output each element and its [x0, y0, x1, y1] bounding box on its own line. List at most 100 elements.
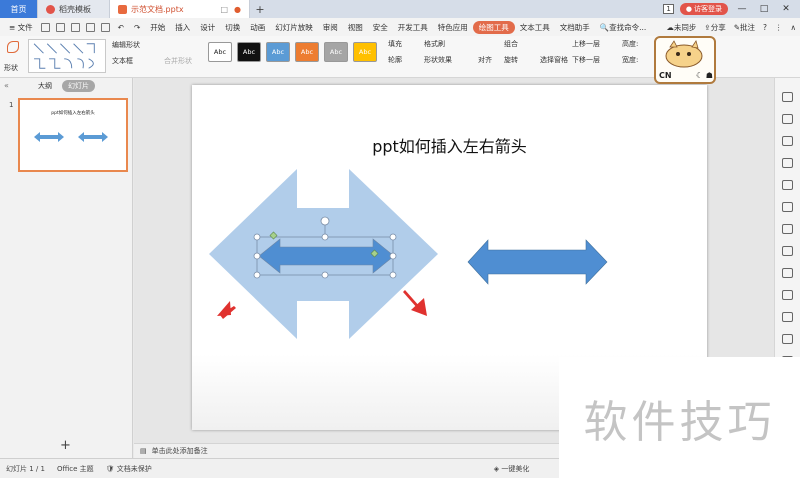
beautify-button[interactable]: ◈ 一键美化: [488, 464, 536, 474]
save-icon[interactable]: [55, 22, 65, 32]
menu-item-review[interactable]: 审阅: [318, 22, 343, 33]
menu-item-devtools[interactable]: 开发工具: [393, 22, 433, 33]
shape-icon: [7, 41, 19, 53]
mascot-cat-icon: CN ☾ ☗: [659, 40, 713, 80]
tab-template-store[interactable]: 稻壳模板: [38, 0, 110, 18]
animation-icon[interactable]: [782, 158, 793, 168]
menu-item-animation[interactable]: 动画: [245, 22, 270, 33]
tab-home[interactable]: 首页: [0, 0, 38, 18]
new-tab-button[interactable]: +: [250, 0, 270, 18]
print-icon[interactable]: [70, 22, 80, 32]
shape-effect-button[interactable]: 形状效果: [424, 55, 452, 65]
pptx-file-icon: [118, 4, 127, 14]
align-button[interactable]: 对齐: [478, 55, 492, 65]
search-command-label: 查找命令...: [609, 22, 647, 32]
mascot-widget[interactable]: CN ☾ ☗: [654, 36, 716, 84]
menu-item-doc-assistant[interactable]: 文档助手: [555, 22, 595, 33]
shape-style-4[interactable]: Abc: [295, 42, 319, 62]
width-field[interactable]: 宽度:: [622, 55, 638, 65]
menu-item-security[interactable]: 安全: [368, 22, 393, 33]
share-button[interactable]: ⇪分享: [704, 22, 725, 33]
menu-item-features[interactable]: 特色应用: [433, 22, 473, 33]
shape-style-2[interactable]: Abc: [237, 42, 261, 62]
shape-style-3[interactable]: Abc: [266, 42, 290, 62]
menu-item-text-tools[interactable]: 文本工具: [515, 22, 555, 33]
minimize-icon[interactable]: —: [734, 4, 750, 14]
mascot-text: CN: [659, 71, 672, 80]
slide-number: 1: [9, 101, 14, 109]
height-field[interactable]: 高度:: [622, 39, 638, 49]
line-shape-gallery[interactable]: [28, 39, 106, 73]
menu-item-design[interactable]: 设计: [195, 22, 220, 33]
theme-name[interactable]: Office 主题: [51, 464, 100, 474]
open-icon[interactable]: [40, 22, 50, 32]
sync-status[interactable]: ☁未同步: [666, 22, 696, 33]
audio-icon[interactable]: [782, 334, 793, 344]
collapse-ribbon-icon[interactable]: ∧: [791, 23, 797, 32]
more-icon[interactable]: ⋮: [775, 23, 783, 32]
add-slide-button[interactable]: +: [60, 438, 71, 453]
undo-icon[interactable]: ↶: [113, 23, 129, 32]
menu-item-slideshow[interactable]: 幻灯片放映: [270, 22, 318, 33]
chart-icon[interactable]: [782, 224, 793, 234]
help-icon[interactable]: ?: [763, 23, 767, 32]
menu-item-view[interactable]: 视图: [343, 22, 368, 33]
redo-icon[interactable]: ↷: [129, 23, 145, 32]
tab-slides[interactable]: 幻灯片: [62, 80, 95, 92]
tab-document-label: 示范文档.pptx: [131, 4, 184, 14]
layout-icon[interactable]: [782, 202, 793, 212]
menu-item-drawing-tools[interactable]: 绘图工具: [472, 20, 515, 34]
edit-shape-button[interactable]: 编辑形状: [112, 40, 140, 50]
menu-item-start[interactable]: 开始: [145, 22, 170, 33]
shape-edit-icon[interactable]: [782, 136, 793, 146]
beautify-label: 一键美化: [501, 464, 530, 473]
preview-icon[interactable]: [85, 22, 95, 32]
notes-placeholder[interactable]: 单击此处添加备注: [152, 446, 208, 456]
comment-button[interactable]: ✎批注: [734, 22, 755, 33]
merge-shape-button[interactable]: 合并形状: [164, 56, 192, 66]
left-right-arrow-shape[interactable]: [467, 239, 608, 285]
properties-icon[interactable]: [782, 180, 793, 190]
group-button[interactable]: 组合: [504, 39, 518, 49]
select-pane-button[interactable]: 选择窗格: [540, 55, 568, 65]
maximize-icon[interactable]: □: [756, 4, 772, 14]
format-brush-label: 格式刷: [424, 40, 445, 48]
backup-icon[interactable]: [782, 268, 793, 278]
tab-document[interactable]: 示范文档.pptx □ ●: [110, 0, 250, 18]
select-tool-icon[interactable]: [782, 92, 793, 102]
slide-panel: « 大纲 幻灯片 1 ppt如何插入左右箭头 +: [0, 78, 133, 458]
shape-style-1[interactable]: Abc: [208, 42, 232, 62]
shape-button[interactable]: 形状: [4, 38, 19, 73]
rotation-handle[interactable]: [320, 216, 330, 226]
guest-login-button[interactable]: ● 访客登录: [679, 3, 728, 15]
rotate-button[interactable]: 旋转: [504, 55, 518, 65]
transition-icon[interactable]: [782, 290, 793, 300]
tab-outline[interactable]: 大纲: [38, 81, 52, 91]
sync-status-label: 未同步: [673, 22, 697, 32]
outline-button[interactable]: 轮廓: [388, 55, 402, 65]
file-menu-label: 文件: [17, 22, 33, 32]
menu-bar: ≡ 文件 ↶ ↷ 开始 插入 设计 切换 动画 幻灯片放映 审阅 视图 安全 开…: [0, 18, 800, 36]
doc-protection-status[interactable]: 🛡 文档未保护: [100, 464, 158, 474]
watermark: 软件技巧: [559, 357, 800, 478]
textbox-button[interactable]: 文本框: [112, 56, 133, 66]
close-tab-icon[interactable]: □: [220, 5, 228, 14]
media-icon[interactable]: [782, 312, 793, 322]
slide-thumbnail[interactable]: ppt如何插入左右箭头: [18, 98, 128, 172]
shape-style-6[interactable]: Abc: [353, 42, 377, 62]
tab-home-label: 首页: [10, 4, 27, 14]
format-brush-button[interactable]: 格式刷: [424, 39, 445, 49]
height-label: 高度:: [622, 40, 639, 48]
menu-item-insert[interactable]: 插入: [170, 22, 195, 33]
image-icon[interactable]: [782, 246, 793, 256]
object-icon[interactable]: [782, 114, 793, 124]
shape-style-5[interactable]: Abc: [324, 42, 348, 62]
send-backward-button[interactable]: 下移一层: [572, 55, 600, 65]
menu-item-transition[interactable]: 切换: [220, 22, 245, 33]
copy-icon[interactable]: [100, 22, 110, 32]
bring-forward-button[interactable]: 上移一层: [572, 39, 600, 49]
close-window-icon[interactable]: ✕: [778, 4, 794, 14]
search-command[interactable]: 🔍查找命令...: [595, 22, 652, 33]
file-menu[interactable]: ≡ 文件: [4, 22, 38, 33]
fill-button[interactable]: 填充: [388, 39, 402, 49]
